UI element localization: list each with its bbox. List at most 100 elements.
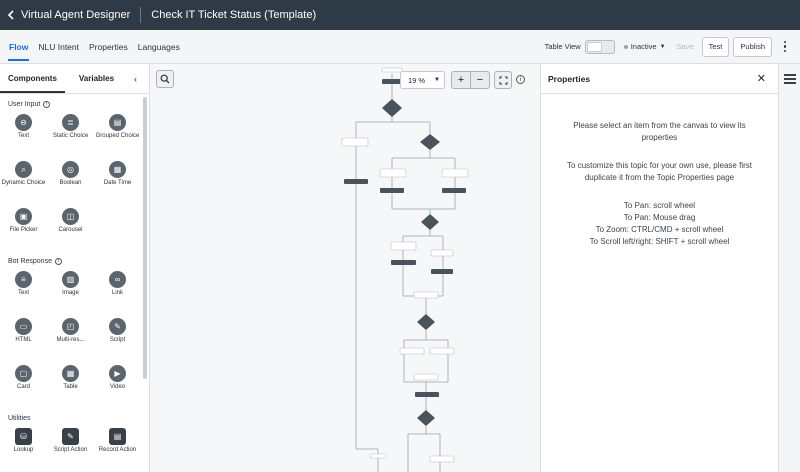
tab-languages[interactable]: Languages [133,30,185,63]
script-icon: ✎ [109,318,126,335]
panel-scrollbar[interactable] [143,97,147,379]
navigation-hints: To Pan: scroll wheel To Pan: Mouse drag … [563,200,756,248]
component-image[interactable]: ▨ Image [47,267,94,314]
back-arrow-icon[interactable] [7,10,19,20]
table-view-label: Table View [544,42,581,51]
close-icon[interactable]: ✕ [757,72,766,85]
component-record-action[interactable]: ▤ Record Action [94,424,141,471]
component-script-action[interactable]: ✎ Script Action [47,424,94,471]
panel-menu-icon[interactable] [783,74,796,86]
component-carousel[interactable]: ◫ Carousel [47,204,94,251]
section-bot-response-title: Bot Response [8,257,52,265]
section-utilities: Utilities [8,412,149,424]
component-label: Script [109,337,126,343]
test-button[interactable]: Test [701,36,730,57]
tab-variables[interactable]: Variables [71,64,122,93]
component-static-choice[interactable]: ≣ Static Choice [47,110,94,157]
search-list-icon: ⌕ [15,161,32,178]
properties-duplicate-message: To customize this topic for your own use… [567,161,752,182]
status-label: Inactive [630,42,657,51]
component-text-response[interactable]: ≡ Text [0,267,47,314]
component-label: Text [17,290,29,296]
component-label: Record Action [98,447,137,453]
info-icon[interactable]: i [43,100,51,108]
title-divider [140,7,142,23]
flow-diagram[interactable] [150,64,540,472]
component-label: Script Action [53,447,88,453]
component-text-input[interactable]: ⊖ Text [0,110,47,157]
chevron-down-icon: ▼ [434,77,440,83]
component-multi-response[interactable]: ◰ Multi-res... [47,314,94,361]
components-panel: Components Variables ‹ User Input i ⊖ Tex… [0,64,150,472]
more-options-icon[interactable] [778,40,792,53]
component-dynamic-choice[interactable]: ⌕ Dynamic Choice [0,157,47,204]
hint-pan-scroll: To Pan: scroll wheel [623,201,696,210]
component-label: Grouped Choice [95,133,140,139]
calendar-icon: ▦ [109,161,126,178]
zoom-level-value: 19 % [408,75,426,85]
zoom-in-button[interactable]: + [452,72,471,88]
play-icon: ▶ [109,365,126,382]
zoom-out-button[interactable]: − [471,72,489,88]
section-user-input-title: User Input [8,100,41,108]
canvas-search-button[interactable] [156,70,174,88]
section-bot-response: Bot Response i [8,255,149,267]
hint-zoom: To Zoom: CTRL/CMD + scroll wheel [595,225,724,234]
publish-button[interactable]: Publish [733,36,772,57]
text-input-icon: ⊖ [15,114,32,131]
component-label: Lookup [13,447,34,453]
text-response-icon: ≡ [15,271,32,288]
tab-nlu-intent[interactable]: NLU Intent [33,30,84,63]
tab-flow[interactable]: Flow [4,30,33,63]
tab-properties[interactable]: Properties [84,30,133,63]
component-date-time[interactable]: ▦ Date Time [94,157,141,204]
component-video[interactable]: ▶ Video [94,361,141,408]
component-html[interactable]: ▭ HTML [0,314,47,361]
zoom-level-select[interactable]: 19 % ▼ [400,71,445,89]
section-utilities-title: Utilities [8,414,31,422]
properties-panel: Properties ✕ Please select an item from … [540,64,778,472]
tab-bar: Flow NLU Intent Properties Languages Tab… [0,30,800,64]
collapse-panel-icon[interactable]: ‹ [134,74,137,84]
properties-title: Properties [548,73,591,84]
file-icon: ▣ [15,208,32,225]
component-label: Multi-res... [56,337,85,343]
right-side-strip [778,64,800,472]
link-icon: ∞ [109,271,126,288]
component-grouped-choice[interactable]: ▤ Grouped Choice [94,110,141,157]
info-icon[interactable]: i [54,257,62,265]
canvas-info-icon[interactable]: i [516,75,525,84]
component-link[interactable]: ∞ Link [94,267,141,314]
card-icon: ▢ [15,365,32,382]
script-action-icon: ✎ [62,428,79,445]
list-icon: ≣ [62,114,79,131]
table-view-toggle[interactable] [584,39,615,54]
fit-to-screen-button[interactable] [494,71,512,89]
component-label: Video [109,384,126,390]
tab-components[interactable]: Components [0,64,65,93]
fit-screen-icon [499,76,507,84]
lookup-icon: ⛁ [15,428,32,445]
component-label: Boolean [59,180,82,186]
table-icon: ▦ [62,365,79,382]
record-action-icon: ▤ [109,428,126,445]
status-dot-icon [623,44,628,49]
component-label: Table [63,384,78,390]
component-boolean[interactable]: ◎ Boolean [47,157,94,204]
topic-title: Check IT Ticket Status (Template) [151,9,317,21]
html-icon: ▭ [15,318,32,335]
component-file-picker[interactable]: ▣ File Picker [0,204,47,251]
component-label: Carousel [58,227,83,233]
zoom-controls: + − [451,71,490,89]
boolean-icon: ◎ [62,161,79,178]
component-script[interactable]: ✎ Script [94,314,141,361]
component-lookup[interactable]: ⛁ Lookup [0,424,47,471]
save-button[interactable]: Save [677,42,694,51]
component-label: Date Time [103,180,132,186]
flow-canvas[interactable]: 19 % ▼ + − i [150,64,540,472]
status-dropdown[interactable]: Inactive ▼ [623,42,666,51]
component-table[interactable]: ▦ Table [47,361,94,408]
component-label: File Picker [9,227,38,233]
component-card[interactable]: ▢ Card [0,361,47,408]
image-icon: ▨ [62,271,79,288]
